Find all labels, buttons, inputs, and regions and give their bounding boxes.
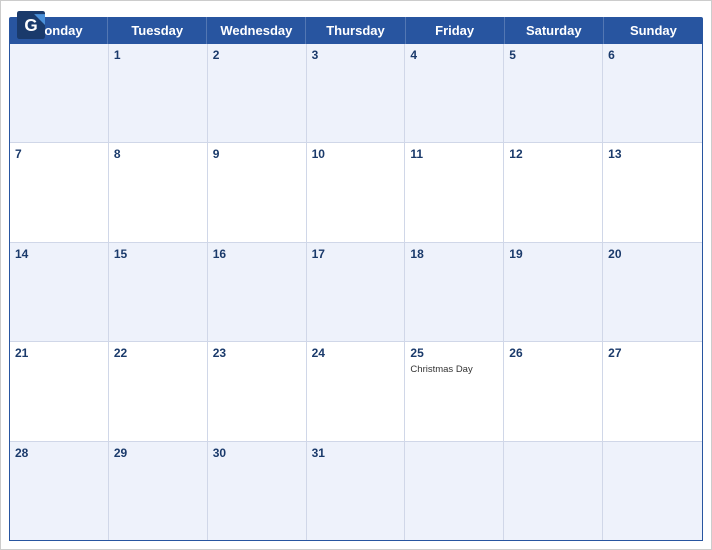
day-cell: 28 [10,442,109,540]
week-row-1: 123456 [10,44,702,143]
logo-icon: G [17,11,45,39]
day-number: 12 [509,146,597,163]
day-number: 21 [15,345,103,362]
day-cell: 18 [405,243,504,341]
week-row-5: 28 29 30 31 [10,442,702,540]
day-cell: 17 [307,243,406,341]
day-header-wednesday: Wednesday [207,17,306,44]
day-number: 14 [15,246,103,263]
day-number: 18 [410,246,498,263]
day-cell: 14 [10,243,109,341]
day-number: 15 [114,246,202,263]
day-number: 24 [312,345,400,362]
week-row-4: 21 22 23 24 25 Christmas Day 26 27 [10,342,702,441]
day-cell: 6 [603,44,702,142]
day-cell: 8 [109,143,208,241]
day-number: 30 [213,445,301,462]
day-number: 2 [213,47,301,64]
day-cell: 27 [603,342,702,440]
day-cell: 24 [307,342,406,440]
day-cell: 1 [109,44,208,142]
day-headers-row: MondayTuesdayWednesdayThursdayFridaySatu… [9,17,703,44]
day-cell: 30 [208,442,307,540]
day-number: 25 [410,345,498,362]
day-number: 13 [608,146,697,163]
day-number: 19 [509,246,597,263]
calendar: G MondayTuesdayWednesdayThursdayFridaySa… [0,0,712,550]
day-number: 20 [608,246,697,263]
day-cell: 5 [504,44,603,142]
day-number: 11 [410,146,498,163]
day-cell: 21 [10,342,109,440]
day-cell: 4 [405,44,504,142]
day-number: 10 [312,146,400,163]
day-cell: 12 [504,143,603,241]
day-number: 8 [114,146,202,163]
day-number: 23 [213,345,301,362]
calendar-header: G [1,1,711,17]
day-number: 22 [114,345,202,362]
day-cell: 3 [307,44,406,142]
day-cell: 22 [109,342,208,440]
day-cell: 25 Christmas Day [405,342,504,440]
day-cell: 7 [10,143,109,241]
day-cell [603,442,702,540]
day-cell: 15 [109,243,208,341]
day-cell: 10 [307,143,406,241]
day-header-thursday: Thursday [306,17,405,44]
day-number: 16 [213,246,301,263]
day-cell: 16 [208,243,307,341]
day-cell: 13 [603,143,702,241]
day-cell: 29 [109,442,208,540]
holiday-label: Christmas Day [410,364,498,375]
day-cell [10,44,109,142]
day-header-sunday: Sunday [604,17,703,44]
calendar-grid: MondayTuesdayWednesdayThursdayFridaySatu… [1,17,711,549]
day-cell: 31 [307,442,406,540]
weeks-container: 1234567891011121314151617181920212223242… [10,44,702,540]
day-number: 1 [114,47,202,64]
day-number: 26 [509,345,597,362]
day-number: 7 [15,146,103,163]
day-number: 6 [608,47,697,64]
day-cell: 19 [504,243,603,341]
day-header-saturday: Saturday [505,17,604,44]
day-cell: 20 [603,243,702,341]
day-cell: 9 [208,143,307,241]
logo: G [17,11,49,39]
day-number: 31 [312,445,400,462]
day-cell [405,442,504,540]
day-number: 5 [509,47,597,64]
day-number: 27 [608,345,697,362]
day-number: 9 [213,146,301,163]
day-number: 28 [15,445,103,462]
day-number: 4 [410,47,498,64]
day-cell [504,442,603,540]
week-row-2: 789 10 11 12 13 [10,143,702,242]
day-cell: 26 [504,342,603,440]
day-cell: 11 [405,143,504,241]
day-cell: 2 [208,44,307,142]
day-number: 17 [312,246,400,263]
day-number: 3 [312,47,400,64]
svg-text:G: G [24,16,37,35]
day-header-tuesday: Tuesday [108,17,207,44]
week-row-3: 14 15 16 17 18 19 20 [10,243,702,342]
day-cell: 23 [208,342,307,440]
day-number: 29 [114,445,202,462]
day-header-friday: Friday [406,17,505,44]
